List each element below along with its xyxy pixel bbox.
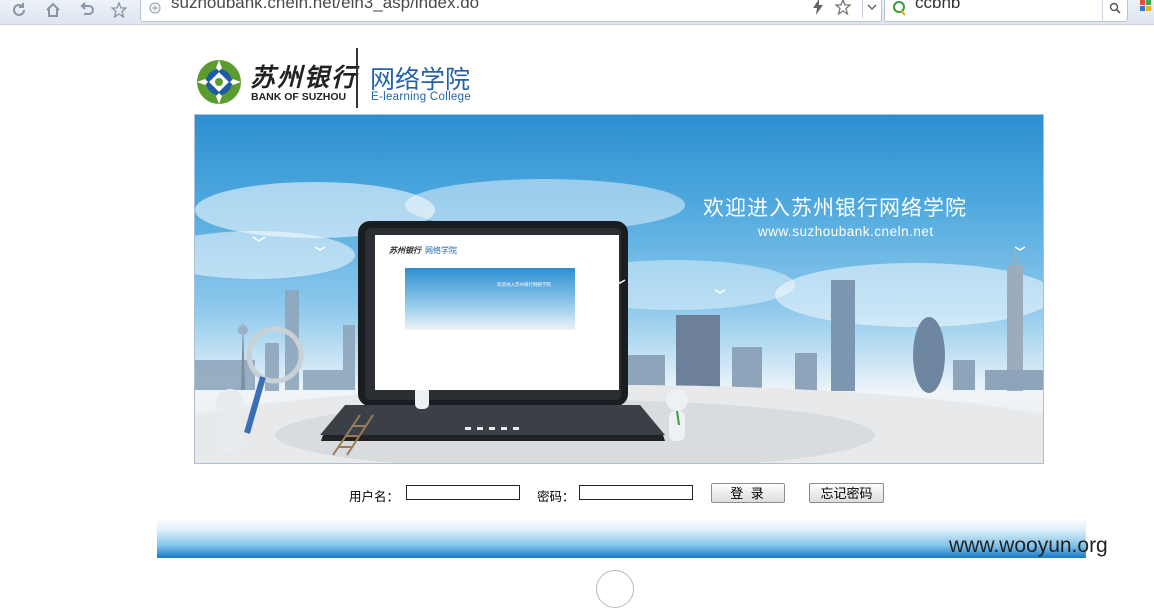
college-title-en: E-learning College [371, 91, 472, 103]
site-info-icon[interactable] [149, 2, 161, 14]
password-label: 密码： [537, 489, 575, 504]
mini-college-name: 网络学院 [425, 246, 457, 255]
favorite-icon[interactable] [108, 0, 130, 20]
magnifier-icon[interactable] [1102, 0, 1127, 21]
undo-icon[interactable] [76, 0, 98, 20]
bank-name-en: BANK OF SUZHOU [251, 91, 347, 103]
search-box[interactable]: ccbnb [884, 0, 1128, 22]
mini-banner: 欢迎进入苏州银行网络学院 [405, 268, 575, 330]
username-input[interactable] [406, 485, 520, 500]
login-form: 用户名： 密码： 登 录 忘记密码 [0, 482, 1154, 506]
password-input[interactable] [579, 485, 693, 500]
banner-illustration [195, 179, 1043, 463]
bolt-icon[interactable] [811, 0, 825, 15]
mini-logo: 苏州银行 网络学院 [389, 245, 457, 256]
laptop-screen: 苏州银行 网络学院 欢迎进入苏州银行网络学院 [375, 235, 619, 390]
welcome-title: 欢迎进入苏州银行网络学院 [703, 196, 967, 220]
search-input[interactable]: ccbnb [915, 0, 960, 13]
bank-logo-icon [197, 60, 241, 104]
footer-bar [157, 518, 1086, 558]
browser-toolbar: suzhoubank.cneln.net/eln3_asp/index.do c… [0, 0, 1154, 25]
login-button[interactable]: 登 录 [711, 483, 785, 503]
scroll-indicator [596, 570, 634, 608]
username-label: 用户名： [349, 489, 400, 504]
logo-divider [356, 48, 358, 108]
search-engine-icon[interactable] [891, 0, 907, 16]
mini-welcome: 欢迎进入苏州银行网络学院 [497, 283, 551, 288]
star-icon[interactable] [835, 0, 851, 15]
address-bar[interactable]: suzhoubank.cneln.net/eln3_asp/index.do [140, 0, 882, 22]
address-url[interactable]: suzhoubank.cneln.net/eln3_asp/index.do [171, 0, 479, 13]
reload-icon[interactable] [8, 0, 30, 20]
hero-banner: 苏州银行 网络学院 欢迎进入苏州银行网络学院 欢迎进入苏州银行网络学院 www.s… [194, 114, 1044, 464]
mini-bank-name: 苏州银行 [389, 245, 421, 255]
dropdown-icon[interactable] [862, 0, 881, 18]
bank-name-cn: 苏州银行 [250, 63, 359, 92]
apps-icon[interactable] [1140, 0, 1152, 12]
forgot-password-button[interactable]: 忘记密码 [809, 483, 884, 503]
home-icon[interactable] [42, 0, 64, 20]
welcome-url: www.suzhoubank.cneln.net [758, 224, 934, 239]
watermark: www.wooyun.org [949, 534, 1108, 557]
